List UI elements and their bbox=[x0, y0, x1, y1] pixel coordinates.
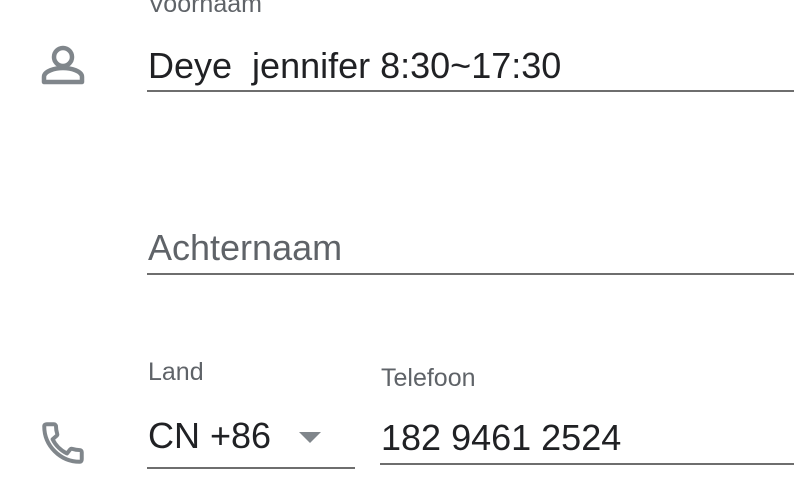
country-underline bbox=[147, 467, 355, 469]
country-label: Land bbox=[148, 358, 204, 386]
last-name-underline bbox=[147, 273, 794, 275]
country-select-value: CN +86 bbox=[148, 415, 272, 456]
first-name-label: Voornaam bbox=[148, 0, 262, 18]
phone-underline bbox=[380, 463, 794, 465]
chevron-down-icon bbox=[299, 432, 321, 443]
phone-icon bbox=[42, 422, 84, 464]
phone-input[interactable] bbox=[381, 418, 794, 458]
country-select[interactable]: CN +86 bbox=[147, 410, 355, 470]
first-name-underline bbox=[147, 90, 794, 92]
first-name-input[interactable] bbox=[148, 46, 794, 86]
phone-label: Telefoon bbox=[381, 364, 476, 392]
person-icon bbox=[41, 45, 85, 85]
last-name-input[interactable] bbox=[148, 228, 794, 268]
